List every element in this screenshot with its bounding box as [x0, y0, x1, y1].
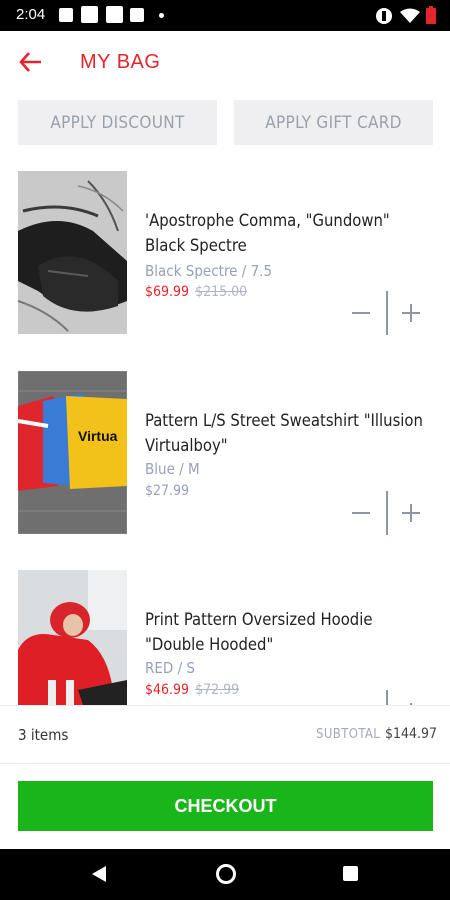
apply-gift-card-button[interactable]: APPLY GIFT CARD	[234, 100, 433, 145]
bag-summary: 3 items SUBTOTAL $144.97	[0, 705, 450, 764]
sale-price: $46.99	[145, 682, 190, 698]
list-item[interactable]: 'Apostrophe Comma, "Gundown" Black Spect…	[0, 150, 450, 350]
back-arrow-icon[interactable]	[18, 49, 44, 75]
minus-icon[interactable]	[352, 312, 370, 314]
bag-item-list[interactable]: 'Apostrophe Comma, "Gundown" Black Spect…	[0, 150, 450, 705]
checkout-button[interactable]: CHECKOUT	[18, 781, 433, 831]
stepper-divider	[386, 690, 388, 705]
product-name: 'Apostrophe Comma, "Gundown" Black Spect…	[145, 211, 390, 255]
news-notification-icon	[130, 8, 144, 22]
product-variant: RED / S	[145, 659, 195, 677]
price: $27.99	[145, 483, 190, 499]
more-notifications-icon	[159, 13, 164, 18]
product-variant: Black Spectre / 7.5	[145, 262, 273, 280]
product-image	[18, 171, 127, 334]
plus-icon[interactable]	[410, 304, 412, 322]
battery-icon	[426, 6, 436, 24]
svg-text:Virtua: Virtua	[78, 428, 118, 444]
plus-icon[interactable]	[410, 504, 412, 522]
original-price: $72.99	[195, 682, 240, 698]
app-bar: MY BAG	[0, 31, 450, 93]
product-price: $46.99 $72.99	[145, 682, 239, 698]
minus-icon[interactable]	[352, 512, 370, 514]
wifi-icon	[400, 8, 420, 23]
quantity-stepper	[350, 491, 425, 535]
item-count: 3 items	[18, 726, 69, 744]
product-name: Print Pattern Oversized Hoodie "Double H…	[145, 610, 373, 654]
page-title: MY BAG	[80, 51, 161, 73]
subtotal-label: SUBTOTAL	[316, 727, 381, 742]
product-price: $27.99	[145, 483, 189, 499]
image-notification-icon	[59, 8, 73, 22]
nav-home-icon[interactable]	[216, 864, 236, 884]
quantity-stepper	[350, 291, 425, 335]
nav-recents-icon[interactable]	[343, 866, 358, 881]
product-variant: Blue / M	[145, 460, 200, 478]
nav-back-icon[interactable]	[92, 866, 106, 882]
product-image	[18, 570, 127, 705]
status-bar: 2:04	[0, 0, 450, 31]
original-price: $215.00	[195, 284, 248, 300]
dnd-icon	[376, 8, 392, 24]
app-notification-icon	[106, 6, 123, 23]
app-notification-icon	[81, 6, 98, 23]
subtotal-value: $144.97	[385, 726, 438, 742]
list-item[interactable]: Virtua Pattern L/S Street Sweatshirt "Il…	[0, 350, 450, 550]
quantity-stepper	[350, 690, 425, 705]
stepper-divider	[386, 491, 388, 535]
stepper-divider	[386, 291, 388, 335]
apply-discount-button[interactable]: APPLY DISCOUNT	[18, 100, 217, 145]
status-time: 2:04	[16, 6, 46, 23]
product-price: $69.99 $215.00	[145, 284, 247, 300]
system-nav-bar	[0, 849, 450, 900]
product-image: Virtua	[18, 371, 127, 534]
sale-price: $69.99	[145, 284, 190, 300]
list-item[interactable]: Print Pattern Oversized Hoodie "Double H…	[0, 549, 450, 705]
product-name: Pattern L/S Street Sweatshirt "Illusion …	[145, 411, 423, 455]
